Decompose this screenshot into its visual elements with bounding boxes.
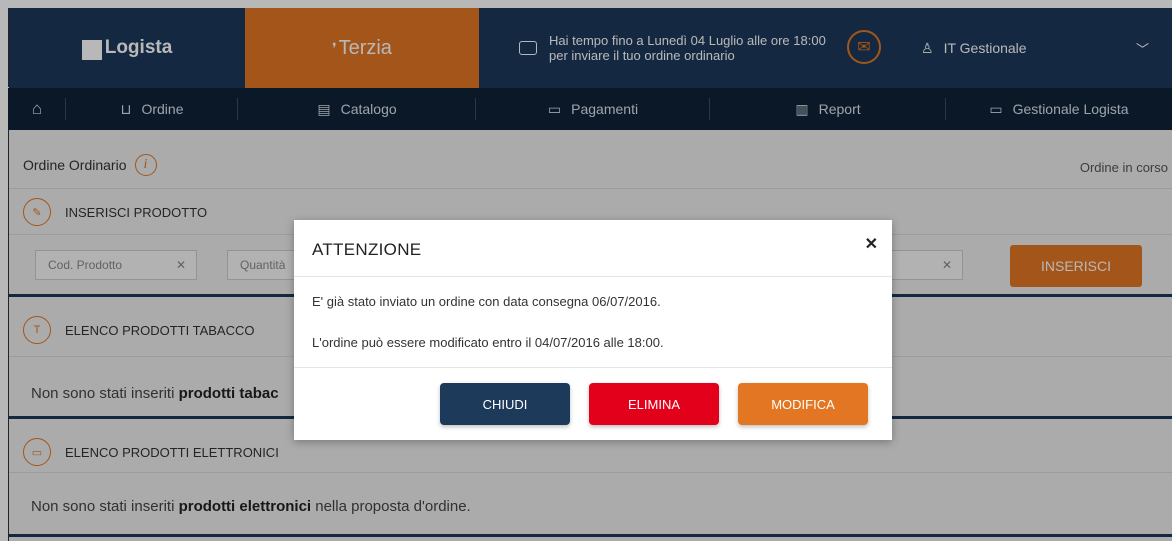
attention-dialog: ATTENZIONE ✕ E' già stato inviato un ord… (294, 220, 892, 440)
dialog-message-1: E' già stato inviato un ordine con data … (312, 294, 661, 309)
modifica-button[interactable]: MODIFICA (738, 383, 868, 425)
close-icon[interactable]: ✕ (865, 234, 878, 254)
elimina-button[interactable]: ELIMINA (589, 383, 719, 425)
dialog-message-2: L'ordine può essere modificato entro il … (312, 335, 664, 350)
chiudi-button[interactable]: CHIUDI (440, 383, 570, 425)
dialog-title: ATTENZIONE (312, 240, 422, 259)
